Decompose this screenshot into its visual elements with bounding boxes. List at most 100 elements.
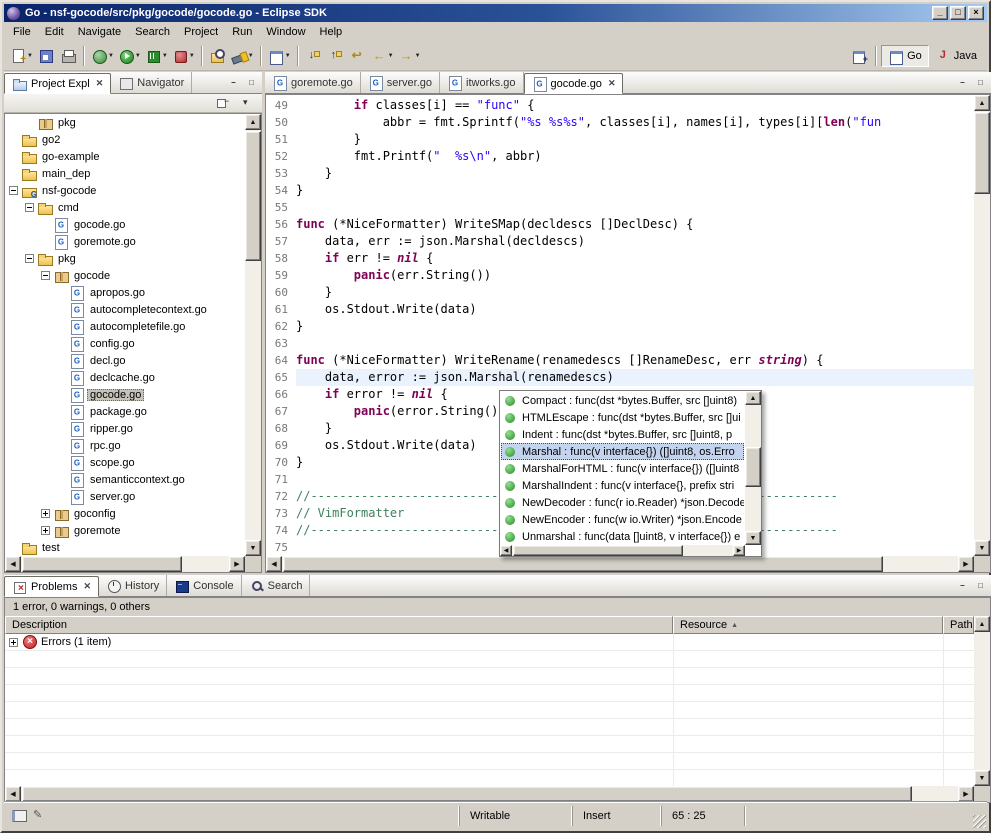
code-line[interactable]: 54} xyxy=(266,182,974,199)
menu-file[interactable]: File xyxy=(6,24,38,40)
tree-item[interactable]: nsf-gocode xyxy=(5,182,245,199)
autocomplete-item[interactable]: MarshalForHTML : func(v interface{}) ([]… xyxy=(501,460,744,477)
tab-gocode-go[interactable]: gocode.go✕ xyxy=(524,73,624,94)
autocomplete-item[interactable]: Compact : func(dst *bytes.Buffer, src []… xyxy=(501,392,744,409)
run-button[interactable]: ▼ xyxy=(116,45,143,67)
scroll-thumb[interactable] xyxy=(974,112,990,194)
scroll-up-icon[interactable] xyxy=(974,95,990,111)
scroll-left-icon[interactable] xyxy=(5,786,21,802)
tree-item[interactable]: apropos.go xyxy=(5,284,245,301)
code-line[interactable]: 63 xyxy=(266,335,974,352)
open-type-button[interactable] xyxy=(207,45,229,67)
scroll-right-icon[interactable] xyxy=(958,556,974,572)
view-menu-button[interactable] xyxy=(236,95,258,112)
save-button[interactable] xyxy=(35,45,57,67)
code-line[interactable]: 50 abbr = fmt.Sprintf("%s %s%s", classes… xyxy=(266,114,974,131)
code-line[interactable]: 57 data, err := json.Marshal(decldescs) xyxy=(266,233,974,250)
autocomplete-item[interactable]: Marshal : func(v interface{}) ([]uint8, … xyxy=(501,443,744,460)
close-icon[interactable]: ✕ xyxy=(96,78,104,89)
tree-item[interactable]: semanticcontext.go xyxy=(5,471,245,488)
collapse-icon[interactable] xyxy=(25,254,34,263)
tree-item[interactable]: pkg xyxy=(5,114,245,131)
maximize-view-icon[interactable] xyxy=(973,76,988,90)
tree-item[interactable]: test xyxy=(5,539,245,556)
explorer-vscrollbar[interactable] xyxy=(245,114,261,556)
column-header-resource[interactable]: Resource▲ xyxy=(673,616,943,634)
maximize-button[interactable]: □ xyxy=(950,6,966,20)
tree-item[interactable]: go2 xyxy=(5,131,245,148)
close-icon[interactable]: ✕ xyxy=(608,78,616,89)
menu-navigate[interactable]: Navigate xyxy=(71,24,128,40)
tab-itworks-go[interactable]: itworks.go xyxy=(440,72,524,93)
scroll-thumb[interactable] xyxy=(22,786,912,802)
editor-vscrollbar[interactable] xyxy=(974,95,990,556)
column-header-description[interactable]: Description xyxy=(5,616,673,634)
tab-search[interactable]: Search xyxy=(242,575,311,596)
maximize-view-icon[interactable] xyxy=(244,76,259,90)
back-button[interactable]: ▼ xyxy=(369,45,396,67)
menu-project[interactable]: Project xyxy=(177,24,225,40)
scroll-thumb[interactable] xyxy=(22,556,182,572)
code-line[interactable]: 53 } xyxy=(266,165,974,182)
popup-hscrollbar[interactable] xyxy=(500,545,745,556)
code-line[interactable]: 59 panic(err.String()) xyxy=(266,267,974,284)
tree-item[interactable]: cmd xyxy=(5,199,245,216)
explorer-hscrollbar[interactable] xyxy=(5,556,245,572)
scroll-up-icon[interactable] xyxy=(974,616,990,632)
forward-button[interactable]: ▼ xyxy=(396,45,423,67)
tree-item[interactable]: autocompletecontext.go xyxy=(5,301,245,318)
editor-hscrollbar[interactable] xyxy=(266,556,974,572)
minimize-view-icon[interactable] xyxy=(226,76,241,90)
tab-server-go[interactable]: server.go xyxy=(361,72,440,93)
tree-item[interactable]: autocompletefile.go xyxy=(5,318,245,335)
scroll-thumb[interactable] xyxy=(245,131,261,261)
external-tools-button[interactable]: ▼ xyxy=(89,45,116,67)
scroll-thumb[interactable] xyxy=(283,556,883,572)
scroll-up-icon[interactable] xyxy=(745,391,761,405)
scroll-right-icon[interactable] xyxy=(733,545,745,556)
tree-item[interactable]: rpc.go xyxy=(5,437,245,454)
code-line[interactable]: 56func (*NiceFormatter) WriteSMap(declde… xyxy=(266,216,974,233)
tab-problems[interactable]: Problems✕ xyxy=(4,576,99,597)
close-icon[interactable]: ✕ xyxy=(83,581,91,592)
dropdown-arrow-icon[interactable]: ▼ xyxy=(162,53,168,59)
collapse-icon[interactable] xyxy=(9,186,18,195)
perspective-java[interactable]: Java xyxy=(929,45,983,67)
menu-edit[interactable]: Edit xyxy=(38,24,71,40)
autocomplete-item[interactable]: HTMLEscape : func(dst *bytes.Buffer, src… xyxy=(501,409,744,426)
menu-help[interactable]: Help xyxy=(313,24,350,40)
column-header-path[interactable]: Path xyxy=(943,616,974,634)
minimize-view-icon[interactable] xyxy=(955,579,970,593)
problems-row[interactable]: Errors (1 item) xyxy=(5,634,974,651)
autocomplete-item[interactable]: Indent : func(dst *bytes.Buffer, src []u… xyxy=(501,426,744,443)
fast-view-icon[interactable] xyxy=(10,808,26,824)
scroll-up-icon[interactable] xyxy=(245,114,261,130)
autocomplete-item[interactable]: NewDecoder : func(r io.Reader) *json.Dec… xyxy=(501,494,744,511)
scroll-down-icon[interactable] xyxy=(974,540,990,556)
tree-item[interactable]: main_dep xyxy=(5,165,245,182)
autocomplete-item[interactable]: MarshalIndent : func(v interface{}, pref… xyxy=(501,477,744,494)
code-line[interactable]: 55 xyxy=(266,199,974,216)
code-line[interactable]: 61 os.Stdout.Write(data) xyxy=(266,301,974,318)
open-perspective-button[interactable] xyxy=(849,45,871,67)
dropdown-arrow-icon[interactable]: ▼ xyxy=(415,53,421,59)
scroll-left-icon[interactable] xyxy=(500,545,512,556)
code-line[interactable]: 65 data, error := json.Marshal(renamedes… xyxy=(266,369,974,386)
scroll-thumb[interactable] xyxy=(513,545,683,556)
expand-icon[interactable] xyxy=(41,509,50,518)
dropdown-arrow-icon[interactable]: ▼ xyxy=(27,53,33,59)
collapse-icon[interactable] xyxy=(25,203,34,212)
code-line[interactable]: 62} xyxy=(266,318,974,335)
new-wizard-button[interactable]: ▼ xyxy=(8,45,35,67)
scroll-down-icon[interactable] xyxy=(745,531,761,545)
new-java-project-button[interactable]: ▼ xyxy=(266,45,293,67)
tab-history[interactable]: History xyxy=(99,575,167,596)
tab-console[interactable]: Console xyxy=(167,575,241,596)
tree-item[interactable]: goremote.go xyxy=(5,233,245,250)
last-edit-button[interactable] xyxy=(347,45,369,67)
tree-item[interactable]: gocode.go xyxy=(5,216,245,233)
scroll-left-icon[interactable] xyxy=(266,556,282,572)
dropdown-arrow-icon[interactable]: ▼ xyxy=(135,53,141,59)
code-line[interactable]: 58 if err != nil { xyxy=(266,250,974,267)
coverage-button[interactable]: ▼ xyxy=(143,45,170,67)
